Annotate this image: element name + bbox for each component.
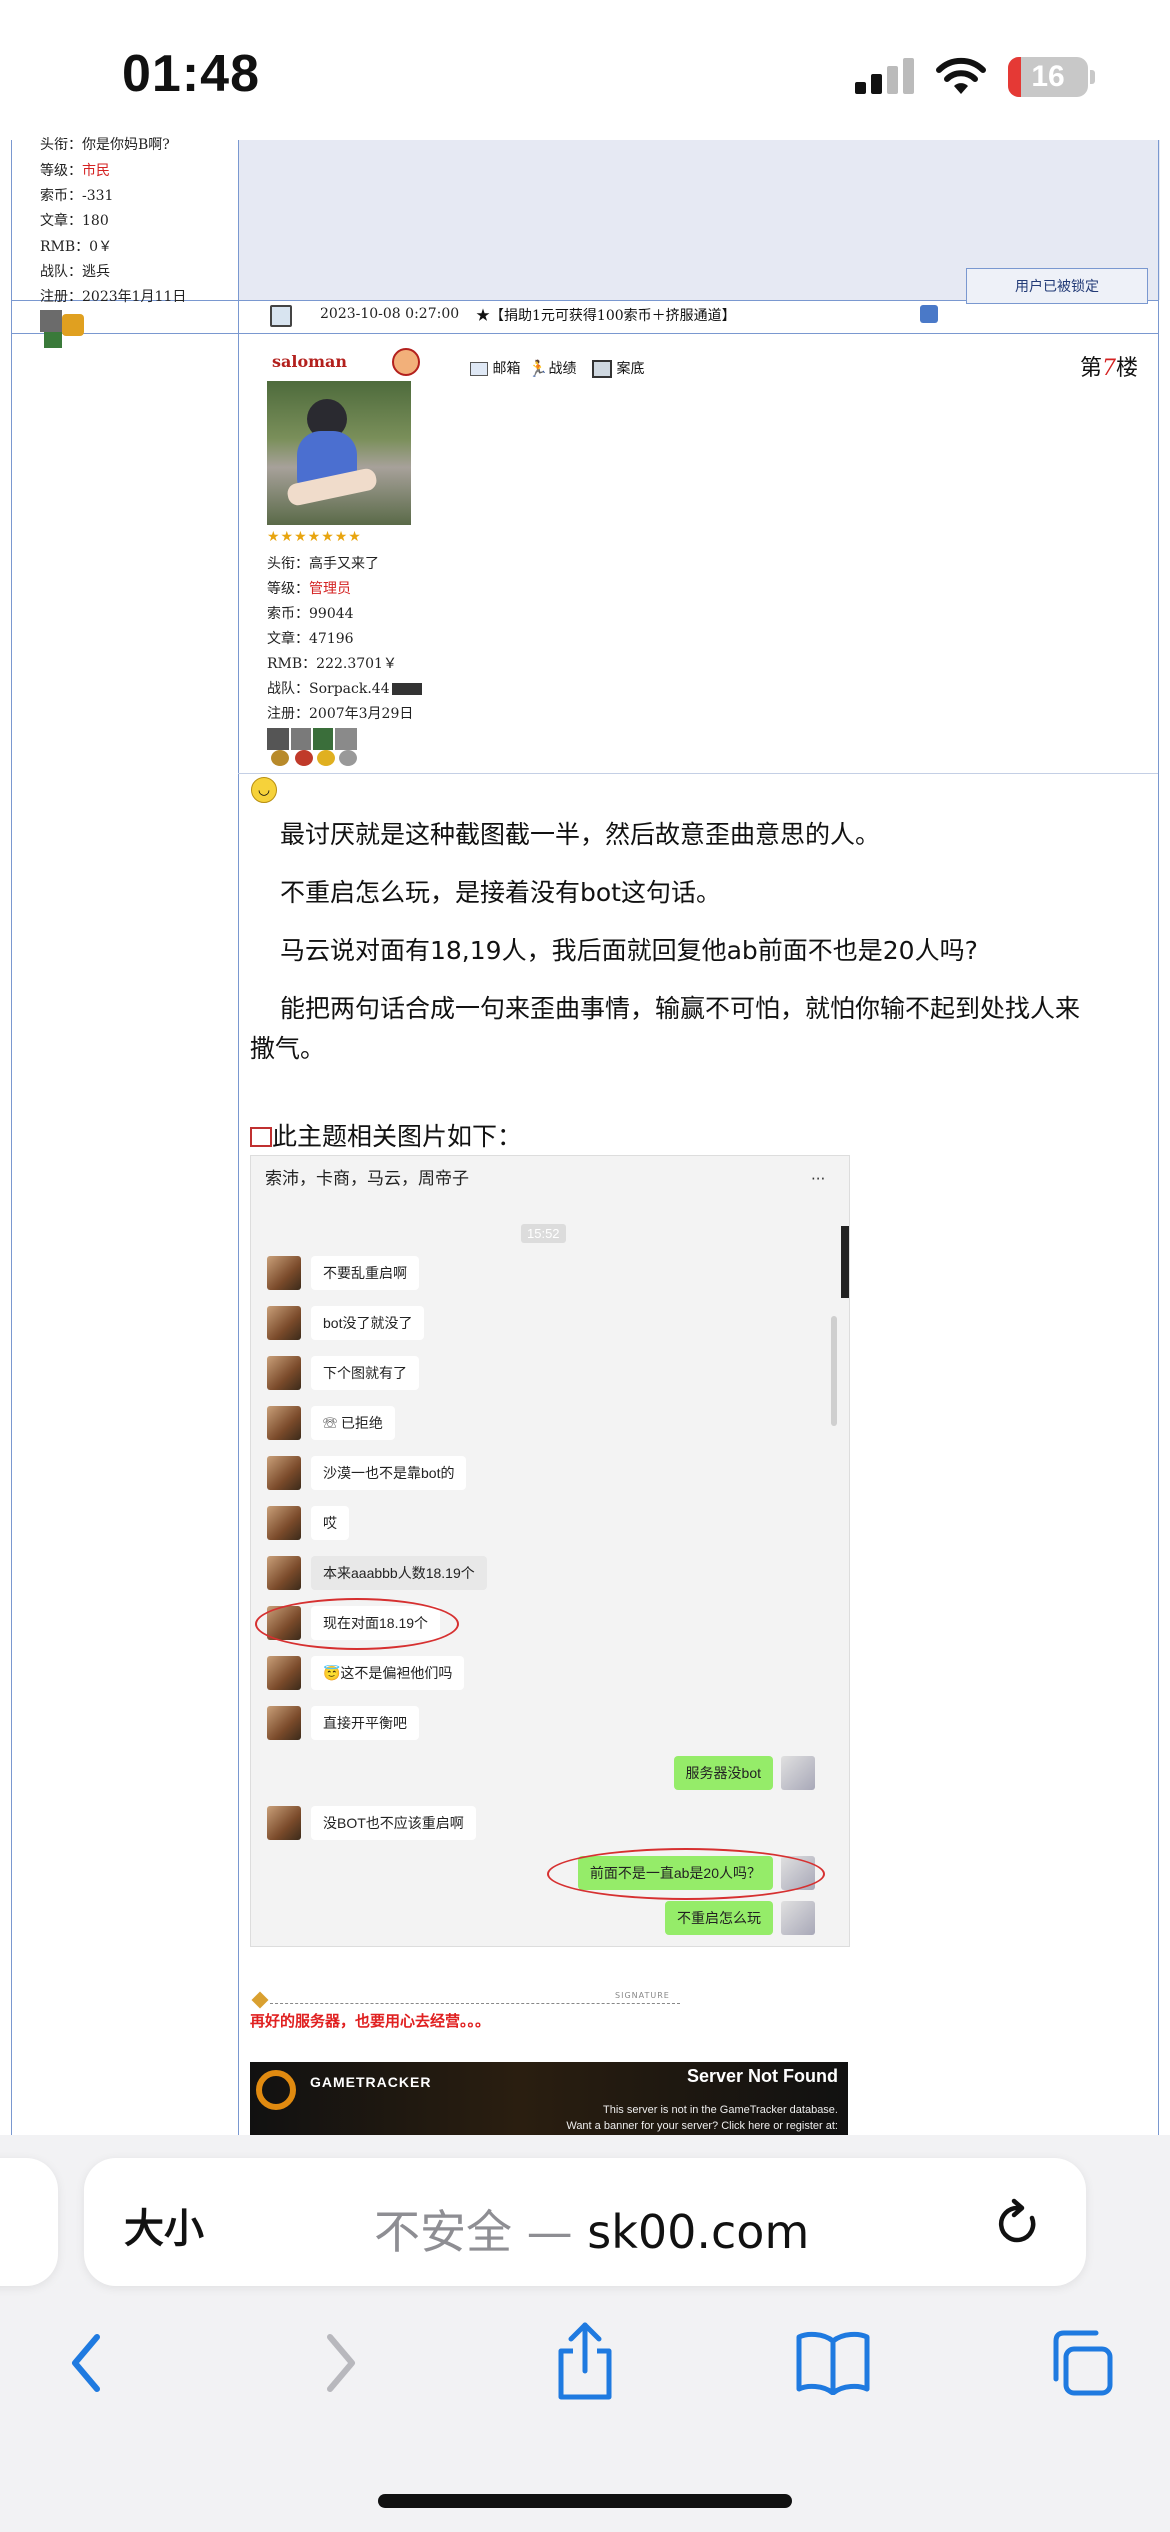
banner-line-1: This server is not in the GameTracker da… [603,2104,838,2116]
author-avatar[interactable] [267,381,411,525]
author-rmb: RMB：222.3701￥ [267,656,397,672]
author-level: 等级：管理员 [267,581,351,597]
author-articles: 文章：47196 [267,631,354,647]
bookmarks-button[interactable] [788,2318,878,2408]
previous-tab-card[interactable] [0,2158,58,2286]
address-bar[interactable]: 大小 不安全 — sk00.com [84,2158,1086,2286]
chat-avatar [267,1656,301,1690]
chat-message-mine: 不重启怎么玩 [665,1901,773,1935]
author-face-icon [392,348,420,376]
author-coins: 索币：99044 [267,606,354,622]
battery-icon: 16 [1008,57,1088,97]
chat-avatar [267,1256,301,1290]
chevron-right-icon [327,2334,355,2392]
status-time: 01:48 [122,45,260,103]
highlight-oval [547,1848,825,1900]
smile-icon: ◡ [251,777,277,803]
chat-avatar [267,1706,301,1740]
post-paragraph-1: 最讨厌就是这种截图截一半，然后故意歪曲意思的人。 [280,820,881,849]
post-paragraph-4: 能把两句话合成一句来歪曲事情，输赢不可怕，就怕你输不起到处找人来 [280,994,1081,1023]
signature-label: SIGNATURE [615,1991,670,2000]
banner-brand: GAMETRACKER [310,2074,432,2090]
chat-avatar-mine [781,1756,815,1790]
highlight-oval [255,1598,459,1650]
locked-notice: 用户已被锁定 [966,268,1148,304]
chat-screenshot[interactable]: 索沛，卡商，马云，周帝子 ··· 15:52 不要乱重启啊 bot没了就没了 下… [250,1155,850,1947]
author-registered: 注册：2007年3月29日 [267,706,414,722]
scroll-top-icon[interactable] [920,305,938,323]
attachment-label: 此主题相关图片如下： [272,1122,523,1151]
author-team: 战队：Sorpack.44 [267,678,422,698]
promo-link[interactable]: ★【捐助1元可获得100索币＋挤服通道】 [476,305,736,325]
chat-message-mine: 服务器没bot [673,1756,773,1790]
tabs-icon [1053,2330,1113,2396]
chat-time: 15:52 [521,1224,566,1243]
share-button[interactable] [540,2316,630,2406]
record-link[interactable]: 🏃 战绩 [528,358,576,378]
chat-avatar [267,1806,301,1840]
post-paragraph-2: 不重启怎么玩，是接着没有bot这句话。 [280,878,721,907]
prev-author-registered: 注册：2023年1月11日 [40,289,187,305]
chat-group-title: 索沛，卡商，马云，周帝子 [265,1169,469,1188]
share-icon [558,2322,612,2400]
chevron-left-icon [72,2334,100,2392]
wifi-icon [936,57,986,94]
chat-avatar [267,1356,301,1390]
author-medals [267,728,363,768]
prev-author-rmb: RMB：0￥ [40,239,113,255]
signature-text: 再好的服务器，也要用心去经营。。。 [250,2012,491,2030]
battery-level: 16 [1031,60,1065,93]
forward-button[interactable] [295,2318,385,2408]
post-date: 2023-10-08 0:27:00 [320,306,460,322]
chat-avatar-mine [781,1901,815,1935]
book-icon [796,2331,870,2395]
status-bar: 01:48 16 [0,0,1170,140]
back-button[interactable] [42,2318,132,2408]
chat-avatar [267,1306,301,1340]
cellular-signal-icon [855,58,915,94]
prev-author-articles: 文章：180 [40,213,109,229]
chat-avatar [267,1456,301,1490]
home-indicator[interactable] [378,2494,792,2508]
banner-line-2: Want a banner for your server? Click her… [566,2120,838,2132]
monitor-icon [592,360,612,378]
post-paragraph-3: 马云说对面有18,19人，我后面就回复他ab前面不也是20人吗? [280,936,978,965]
reload-icon[interactable] [992,2198,1044,2250]
floor-number: 第7楼 [1080,356,1139,381]
author-name[interactable]: saloman [272,352,347,371]
tabs-button[interactable] [1035,2318,1125,2408]
mailbox-link[interactable]: 邮箱 [470,358,520,378]
attachment-icon [250,1127,272,1147]
mail-icon [470,362,488,376]
author-rank-stars: ★★★★★★★ [267,529,362,545]
prev-author-level: 等级：市民 [40,163,110,179]
banner-title: Server Not Found [686,2066,838,2086]
gametracker-logo-icon [256,2070,296,2110]
runner-icon: 🏃 [528,359,548,378]
url-display[interactable]: 不安全 — sk00.com [374,2196,809,2262]
case-link[interactable]: 案底 [592,358,644,378]
gametracker-banner[interactable]: GAMETRACKER Server Not Found This server… [250,2062,848,2135]
prev-author-medals [40,310,88,350]
prev-author-coins: 索币：-331 [40,188,114,204]
signature-divider [270,2003,680,2004]
post-paragraph-4-cont: 撒气。 [250,1034,326,1063]
author-title: 头衔：高手又来了 [267,556,379,572]
chat-avatar [267,1406,301,1440]
text-size-button[interactable]: 大小 [124,2196,204,2254]
prev-author-title: 头衔：你是你妈B啊? [40,137,170,153]
chat-more-icon[interactable]: ··· [811,1170,825,1188]
computer-icon [270,305,292,327]
chat-avatar [267,1556,301,1590]
pencil-icon [251,1991,269,2009]
chat-scrollbar[interactable] [831,1316,837,1426]
chat-avatar [267,1506,301,1540]
prev-author-team: 战队：逃兵 [40,264,110,280]
